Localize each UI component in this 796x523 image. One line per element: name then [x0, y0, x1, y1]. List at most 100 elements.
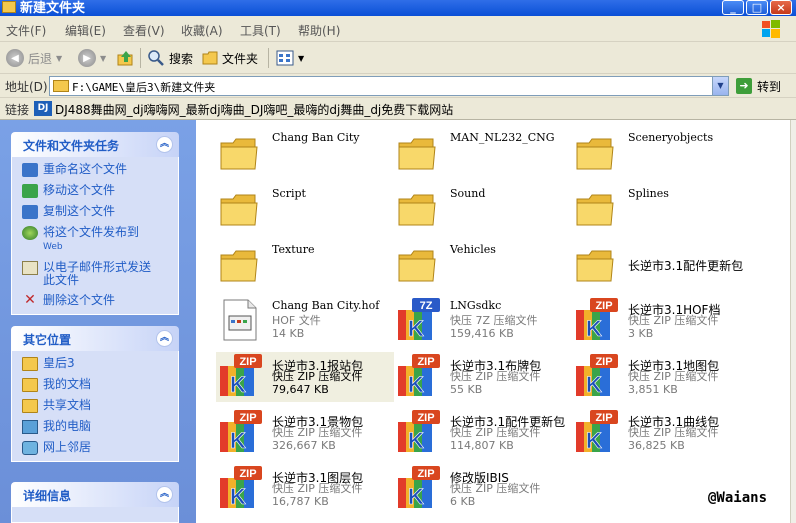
place-network[interactable]: 网上邻居: [22, 441, 178, 455]
file-item[interactable]: ZIP K 长逆市3.1曲线包 快压 ZIP 压缩文件 36,825 KB: [572, 408, 750, 458]
place-huanghou3[interactable]: 皇后3: [22, 357, 178, 371]
file-type: 快压 ZIP 压缩文件: [272, 426, 363, 439]
file-item[interactable]: ZIP K 修改版IBIS 快压 ZIP 压缩文件 6 KB: [394, 464, 572, 514]
other-places-header[interactable]: 其它位置 ︽: [11, 326, 179, 351]
menu-bar: 文件(F) 编辑(E) 查看(V) 收藏(A) 工具(T) 帮助(H): [0, 16, 796, 42]
watermark: @Waians: [708, 490, 768, 506]
folder-item[interactable]: Chang Ban City: [216, 128, 394, 178]
folder-item[interactable]: Splines: [572, 184, 750, 234]
task-publish-web[interactable]: 将这个文件发布到 Web: [22, 226, 178, 254]
back-button[interactable]: ◀ 后退 ▼: [6, 48, 62, 68]
file-size: 14 KB: [272, 327, 305, 340]
file-type: 快压 ZIP 压缩文件: [272, 370, 363, 383]
menu-favorites[interactable]: 收藏(A): [181, 22, 223, 39]
file-tasks-panel: 文件和文件夹任务 ︽ 重命名这个文件 移动这个文件 复制这个文件 将这个文件发布…: [11, 132, 179, 315]
file-item[interactable]: ZIP K 长逆市3.1布牌包 快压 ZIP 压缩文件 55 KB: [394, 352, 572, 402]
file-size: 79,647 KB: [272, 383, 329, 396]
collapse-chevron-icon[interactable]: ︽: [156, 136, 173, 153]
folder-icon: [53, 80, 69, 92]
folder-item[interactable]: Script: [216, 184, 394, 234]
place-shared-documents[interactable]: 共享文档: [22, 399, 178, 413]
computer-icon: [22, 420, 38, 434]
file-type: 快压 ZIP 压缩文件: [450, 370, 541, 383]
menu-help[interactable]: 帮助(H): [298, 22, 340, 39]
shared-documents-icon: [22, 399, 38, 413]
task-rename[interactable]: 重命名这个文件: [22, 163, 178, 177]
views-button[interactable]: ▼: [276, 48, 304, 68]
file-type: 快压 7Z 压缩文件: [450, 314, 538, 327]
zip-archive-icon: ZIP K: [216, 464, 264, 512]
folder-icon: [572, 240, 620, 288]
delete-x-icon: ✕: [24, 292, 36, 308]
folder-icon: [216, 128, 264, 176]
hof-file-icon: [216, 296, 264, 344]
folder-item[interactable]: Sceneryobjects: [572, 128, 750, 178]
folder-item[interactable]: Vehicles: [394, 240, 572, 290]
folder-item[interactable]: Texture: [216, 240, 394, 290]
folder-icon: [572, 184, 620, 232]
file-item[interactable]: ZIP K 长逆市3.1HOF档 快压 ZIP 压缩文件 3 KB: [572, 296, 750, 346]
menu-file[interactable]: 文件(F): [6, 22, 46, 39]
place-my-documents[interactable]: 我的文档: [22, 378, 178, 392]
my-documents-icon: [22, 378, 38, 392]
folder-item[interactable]: 长逆市3.1配件更新包: [572, 240, 750, 290]
file-size: 159,416 KB: [450, 327, 514, 340]
go-button[interactable]: 转到: [757, 78, 781, 95]
minimize-button[interactable]: _: [722, 0, 744, 15]
file-tasks-header[interactable]: 文件和文件夹任务 ︽: [11, 132, 179, 157]
file-size: 326,667 KB: [272, 439, 336, 452]
folder-icon: [394, 128, 442, 176]
file-type: 快压 ZIP 压缩文件: [450, 426, 541, 439]
up-folder-button[interactable]: [117, 48, 135, 68]
maximize-button[interactable]: □: [746, 0, 768, 15]
move-icon: [22, 184, 38, 198]
forward-button[interactable]: ▶ ▼: [78, 48, 106, 68]
file-item[interactable]: ZIP K 长逆市3.1地图包 快压 ZIP 压缩文件 3,851 KB: [572, 352, 750, 402]
go-arrow-icon[interactable]: ➜: [736, 78, 752, 94]
folder-item[interactable]: Sound: [394, 184, 572, 234]
file-size: 36,825 KB: [628, 439, 685, 452]
collapse-chevron-icon[interactable]: ︽: [156, 330, 173, 347]
scrollbar[interactable]: [790, 120, 796, 523]
file-item[interactable]: 7Z K LNGsdkc 快压 7Z 压缩文件 159,416 KB: [394, 296, 572, 346]
file-type: 快压 ZIP 压缩文件: [628, 370, 719, 383]
details-header[interactable]: 详细信息 ︽: [11, 482, 179, 507]
folder-icon: [216, 184, 264, 232]
file-size: 6 KB: [450, 495, 476, 508]
address-dropdown-button[interactable]: ▼: [712, 77, 728, 95]
close-button[interactable]: ×: [770, 0, 792, 15]
links-item-dj488[interactable]: DJ488舞曲网_dj嗨嗨网_最新dj嗨曲_DJ嗨吧_最嗨的dj舞曲_dj免费下…: [55, 101, 453, 118]
task-email[interactable]: 以电子邮件形式发送此文件: [22, 261, 178, 287]
file-item[interactable]: Chang Ban City.hof HOF 文件 14 KB: [216, 296, 394, 346]
network-icon: [22, 441, 38, 455]
chevron-down-icon: ▼: [298, 53, 305, 63]
file-item[interactable]: ZIP K 长逆市3.1配件更新包 快压 ZIP 压缩文件 114,807 KB: [394, 408, 572, 458]
file-name: Chang Ban City.hof: [272, 299, 380, 312]
file-name: Script: [272, 187, 306, 200]
svg-text:K: K: [408, 316, 424, 341]
menu-edit[interactable]: 编辑(E): [65, 22, 106, 39]
file-item[interactable]: ZIP K 长逆市3.1景物包 快压 ZIP 压缩文件 326,667 KB: [216, 408, 394, 458]
menu-view[interactable]: 查看(V): [123, 22, 165, 39]
search-button[interactable]: 搜索: [147, 48, 193, 68]
file-item[interactable]: ZIP K 长逆市3.1报站包 快压 ZIP 压缩文件 79,647 KB: [216, 352, 394, 402]
collapse-chevron-icon[interactable]: ︽: [156, 486, 173, 503]
file-type: HOF 文件: [272, 314, 321, 327]
task-copy[interactable]: 复制这个文件: [22, 205, 178, 219]
menu-tools[interactable]: 工具(T): [240, 22, 281, 39]
folder-item[interactable]: MAN_NL232_CNG: [394, 128, 572, 178]
svg-text:ZIP: ZIP: [239, 412, 256, 424]
folder-icon: [2, 1, 16, 13]
address-input[interactable]: F:\GAME\皇后3\新建文件夹 ▼: [49, 76, 729, 96]
task-delete[interactable]: ✕ 删除这个文件: [22, 292, 178, 308]
folders-button[interactable]: 文件夹: [202, 48, 258, 68]
file-size: 55 KB: [450, 383, 483, 396]
svg-text:7Z: 7Z: [420, 300, 433, 312]
mail-icon: [22, 261, 38, 275]
file-item[interactable]: ZIP K 长逆市3.1图层包 快压 ZIP 压缩文件 16,787 KB: [216, 464, 394, 514]
task-move[interactable]: 移动这个文件: [22, 184, 178, 198]
svg-text:K: K: [230, 484, 246, 509]
place-my-computer[interactable]: 我的电脑: [22, 420, 178, 434]
svg-text:ZIP: ZIP: [595, 356, 612, 368]
dj-site-icon: DJ: [34, 101, 52, 116]
